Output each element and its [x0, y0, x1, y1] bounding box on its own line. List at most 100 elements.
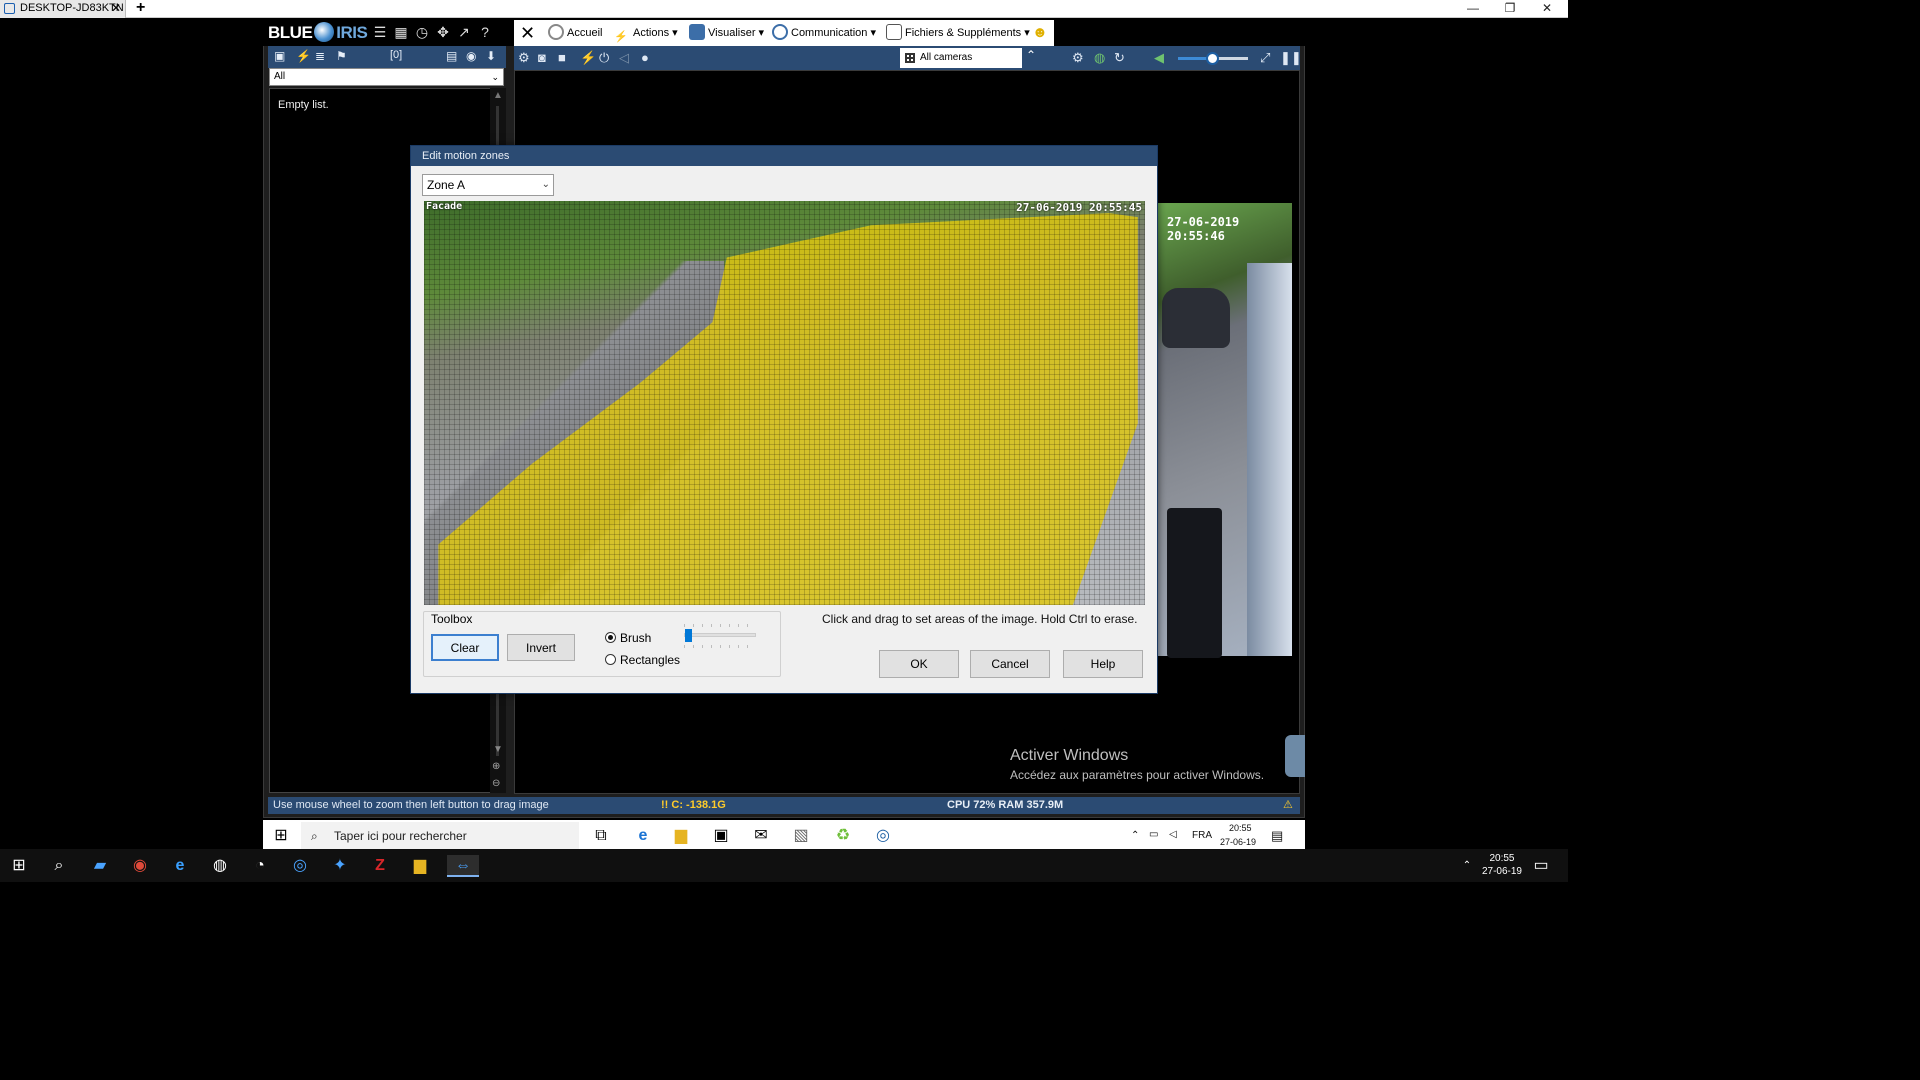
invert-button[interactable]: Invert	[507, 634, 575, 661]
file-explorer-icon[interactable]: ▆	[671, 826, 691, 846]
language-indicator[interactable]: FRA	[1192, 830, 1212, 841]
new-tab-button[interactable]: +	[136, 0, 145, 16]
trigger-icon[interactable]: ⚡	[580, 50, 596, 66]
folder-icon[interactable]: ▣	[274, 49, 285, 63]
warning-icon[interactable]: ⚠	[1283, 797, 1293, 814]
fullscreen-icon[interactable]: ⤢	[1260, 50, 1270, 66]
speaker-icon[interactable]: ◁	[1169, 829, 1177, 840]
close-x-icon[interactable]: ✕	[520, 20, 535, 46]
nav-communication[interactable]: Communication ▾	[772, 20, 876, 46]
brush-radio-dot[interactable]	[605, 632, 616, 643]
power-icon[interactable]: ⏻	[599, 50, 609, 66]
inner-clock-time: 20:55	[1229, 823, 1252, 833]
zoom-out-icon[interactable]: ⊖	[492, 778, 500, 789]
settings-gear-icon[interactable]: ⚙	[518, 50, 530, 66]
steam-icon[interactable]: ◍	[209, 855, 231, 877]
smiley-icon[interactable]: ☻	[1032, 20, 1048, 46]
minimize-button[interactable]: —	[1463, 0, 1483, 17]
mute-icon[interactable]: ◁	[619, 50, 629, 66]
nav-files[interactable]: Fichiers & Suppléments ▾	[886, 20, 1030, 46]
shield-icon[interactable]: ◍	[1094, 50, 1105, 66]
camera-group-select[interactable]: All cameras	[900, 48, 1022, 68]
clips-icon[interactable]: ▦	[391, 24, 411, 41]
taskbar-clock[interactable]: 20:55 27-06-19	[1482, 852, 1522, 878]
close-tab-icon[interactable]: ✕	[111, 0, 121, 16]
search-taskbar-icon[interactable]: ⌕	[48, 855, 70, 877]
microphone-icon[interactable]: ●	[641, 50, 649, 65]
clips-toolbar: ▣ ⚡ ≣ ⚑ [0] ▤ ◉ ⬇	[268, 46, 506, 68]
close-window-button[interactable]: ✕	[1537, 0, 1557, 17]
refresh-icon[interactable]: ↻	[1114, 50, 1125, 66]
ptz-icon[interactable]: ✥	[433, 24, 453, 41]
second-camera-feed[interactable]: 27-06-2019 20:55:46	[1157, 203, 1292, 658]
vpn-icon[interactable]: ◔	[249, 855, 271, 877]
ok-button[interactable]: OK	[879, 650, 959, 678]
brush-radio[interactable]: Brush	[605, 631, 651, 645]
app-swirl-icon[interactable]: ◎	[289, 855, 311, 877]
action-center-icon[interactable]: ▭	[1530, 855, 1552, 877]
blue-iris-taskbar-icon[interactable]: ◎	[873, 826, 893, 846]
network-icon[interactable]: ▭	[1149, 829, 1158, 840]
remote-taskbar: ⊞ ⌕ Taper ici pour rechercher ⧉ e ▆ ▣ ✉ …	[263, 820, 1305, 852]
tray-up-icon[interactable]: ⌃	[1456, 855, 1478, 877]
nav-actions[interactable]: ⚡ Actions ▾	[614, 20, 678, 46]
photos-icon[interactable]: ▧	[791, 826, 811, 846]
scroll-down-icon[interactable]: ▼	[493, 744, 503, 755]
teamviewer-icon[interactable]: ⇔	[447, 855, 479, 877]
brush-size-knob[interactable]	[685, 629, 692, 642]
layers-icon[interactable]: ≣	[315, 49, 325, 63]
restore-button[interactable]: ❐	[1500, 0, 1520, 17]
store-icon[interactable]: ▣	[711, 826, 731, 846]
zone-select[interactable]: Zone A ⌄	[422, 174, 554, 196]
filezilla-icon[interactable]: Z	[369, 855, 391, 877]
volume-knob[interactable]	[1206, 52, 1219, 65]
task-view-icon[interactable]: ⧉	[591, 826, 611, 846]
motion-zone-canvas[interactable]: Facade 27-06-2019 20:55:45	[424, 201, 1145, 605]
rectangles-radio-dot[interactable]	[605, 654, 616, 665]
dialog-title: Edit motion zones	[411, 146, 1157, 166]
alert-bolt-icon[interactable]: ⚡	[296, 49, 311, 63]
clip-filter-select[interactable]: All ⌄	[269, 68, 504, 86]
scroll-up-icon[interactable]: ▲	[493, 90, 503, 101]
clear-button[interactable]: Clear	[431, 634, 499, 661]
app-bird-icon[interactable]: ✦	[329, 855, 351, 877]
chevron-up-icon[interactable]: ⌃	[1026, 48, 1036, 62]
nav-home[interactable]: Accueil	[548, 20, 602, 46]
volume-slider[interactable]	[1178, 52, 1248, 65]
mail-icon[interactable]: ✉	[751, 826, 771, 846]
clip-counter: [0]	[390, 49, 403, 61]
notification-icon[interactable]: ▤	[1271, 828, 1283, 844]
windows-start-icon[interactable]: ⊞	[271, 826, 291, 846]
side-panel-tab[interactable]	[1285, 735, 1305, 777]
edge-icon[interactable]: e	[633, 826, 653, 846]
help-button[interactable]: Help	[1063, 650, 1143, 678]
camera-settings-icon[interactable]: ⚙	[1072, 50, 1084, 66]
tray-chevron-icon[interactable]: ⌃	[1131, 830, 1139, 841]
rectangles-radio[interactable]: Rectangles	[605, 653, 680, 667]
remote-app-icon[interactable]: ▰	[89, 855, 111, 877]
brush-size-slider[interactable]	[684, 629, 756, 642]
app-recycle-icon[interactable]: ♻	[833, 826, 853, 846]
record-icon[interactable]: ■	[558, 50, 566, 65]
clock-time: 20:55	[1489, 853, 1515, 864]
volume-icon[interactable]: ◀	[1154, 50, 1164, 66]
list-icon[interactable]: ☰	[370, 24, 390, 41]
calendar-icon[interactable]: ▤	[446, 49, 457, 63]
snapshot-icon[interactable]: ◙	[538, 50, 546, 65]
camera-filter-icon[interactable]: ◉	[466, 49, 476, 63]
start-icon[interactable]: ⊞	[8, 855, 30, 877]
explorer-icon[interactable]: ▆	[409, 855, 431, 877]
help-icon[interactable]: ?	[475, 24, 495, 40]
cancel-button[interactable]: Cancel	[970, 650, 1050, 678]
ie-icon[interactable]: e	[169, 855, 191, 877]
chrome-icon[interactable]: ◉	[129, 855, 151, 877]
search-box[interactable]: ⌕ Taper ici pour rechercher	[301, 822, 579, 850]
pause-icon[interactable]: ❚❚	[1280, 50, 1302, 66]
flag-icon[interactable]: ⚑	[336, 49, 347, 63]
download-icon[interactable]: ⬇	[486, 49, 496, 63]
remote-session-tab[interactable]: DESKTOP-JD83KTN ✕	[0, 0, 126, 18]
stats-icon[interactable]: ↗	[454, 24, 474, 41]
clock-icon[interactable]: ◷	[412, 24, 432, 41]
nav-view[interactable]: Visualiser ▾	[689, 20, 764, 46]
zoom-in-icon[interactable]: ⊕	[492, 761, 500, 772]
